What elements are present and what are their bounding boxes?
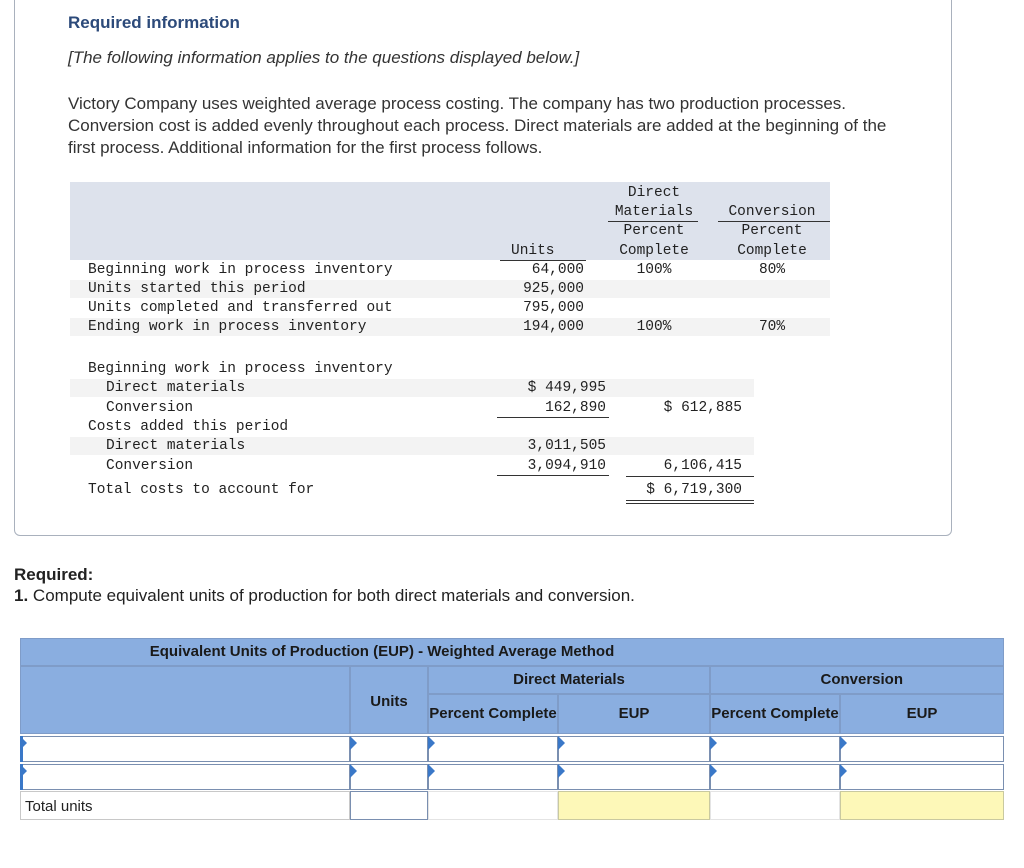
conv-header-line1: Conversion — [728, 204, 816, 220]
dm-group-header: Direct Materials — [428, 666, 710, 694]
units-col-header: Units — [350, 666, 428, 734]
total-units-input[interactable] — [350, 791, 428, 820]
input-marker-icon — [20, 764, 27, 778]
row-units: 795,000 — [523, 300, 584, 316]
row1-dm-pct-input[interactable] — [428, 736, 558, 762]
input-marker-icon — [710, 764, 717, 778]
row2-dm-eup-input[interactable] — [558, 764, 710, 790]
units-header: Units — [511, 243, 555, 259]
conv-group-header: Conversion — [710, 666, 1004, 694]
input-marker-icon — [840, 764, 847, 778]
input-marker-icon — [350, 736, 357, 750]
dm-pct-col-header: Percent Complete — [428, 694, 558, 734]
cost-beg-conv: 162,890 — [545, 400, 606, 416]
cost-total: $ 6,719,300 — [646, 482, 742, 498]
row-dm-pct: 100% — [636, 262, 672, 278]
required-information-subtitle: [The following information applies to th… — [68, 48, 580, 67]
eup-table: Equivalent Units of Production (EUP) - W… — [20, 638, 1004, 821]
required-title: Required: — [14, 565, 94, 584]
dm-header-line4: Complete — [619, 243, 689, 259]
row2-label-input[interactable] — [20, 764, 350, 790]
problem-description: Victory Company uses weighted average pr… — [68, 94, 887, 157]
cost-add-conv-label: Conversion — [106, 458, 194, 474]
row-label: Units started this period — [88, 281, 306, 297]
row2-units-input[interactable] — [350, 764, 428, 790]
dm-header-line1: Direct — [627, 185, 681, 201]
row-conv-pct: 70% — [758, 319, 786, 335]
input-marker-icon — [840, 736, 847, 750]
dm-header-line2: Materials — [614, 204, 694, 220]
header-blank — [20, 666, 350, 734]
row-label: Beginning work in process inventory — [88, 262, 393, 278]
total-units-cell: Total units — [20, 791, 350, 820]
row-conv-pct: 80% — [758, 262, 786, 278]
cost-add-dm: 3,011,505 — [527, 438, 606, 454]
conv-pct-col-header: Percent Complete — [710, 694, 840, 734]
row-label: Units completed and transferred out — [88, 300, 393, 316]
row-units: 194,000 — [523, 319, 584, 335]
total-dm-pct-blank — [428, 791, 558, 820]
dm-eup-col-header: EUP — [558, 694, 710, 734]
row1-units-input[interactable] — [350, 736, 428, 762]
input-marker-icon — [558, 764, 565, 778]
input-marker-icon — [710, 736, 717, 750]
eup-table-title: Equivalent Units of Production (EUP) - W… — [20, 638, 1004, 666]
row2-conv-eup-input[interactable] — [840, 764, 1004, 790]
row1-conv-eup-input[interactable] — [840, 736, 1004, 762]
conv-eup-col-header: EUP — [840, 694, 1004, 734]
input-marker-icon — [428, 764, 435, 778]
row-label: Ending work in process inventory — [88, 319, 367, 335]
row-units: 64,000 — [531, 262, 584, 278]
conv-header-line3: Complete — [737, 243, 807, 259]
cost-beg-label: Beginning work in process inventory — [88, 361, 393, 377]
required-information-title: Required information — [68, 13, 240, 32]
cost-beg-conv-label: Conversion — [106, 400, 194, 416]
total-conv-pct-blank — [710, 791, 840, 820]
total-dm-eup-output — [558, 791, 710, 820]
row1-conv-pct-input[interactable] — [710, 736, 840, 762]
cost-add-conv: 3,094,910 — [527, 458, 606, 474]
cost-add-total: 6,106,415 — [663, 458, 742, 474]
cost-beg-dm: $ 449,995 — [527, 380, 606, 396]
input-marker-icon — [350, 764, 357, 778]
cost-beg-total: $ 612,885 — [663, 400, 742, 416]
total-conv-eup-output — [840, 791, 1004, 820]
conv-header-line2: Percent — [741, 223, 803, 239]
cost-added-label: Costs added this period — [88, 419, 289, 435]
input-marker-icon — [558, 736, 565, 750]
total-units-label: Total units — [25, 798, 93, 815]
row1-label-input[interactable] — [20, 736, 350, 762]
row1-dm-eup-input[interactable] — [558, 736, 710, 762]
row2-dm-pct-input[interactable] — [428, 764, 558, 790]
row-dm-pct: 100% — [636, 319, 672, 335]
dm-header-line3: Percent — [623, 223, 685, 239]
cost-total-label: Total costs to account for — [88, 482, 315, 498]
cost-beg-dm-label: Direct materials — [106, 380, 246, 396]
input-marker-icon — [20, 736, 27, 750]
required-question: 1. Compute equivalent units of productio… — [14, 586, 635, 605]
row-units: 925,000 — [523, 281, 584, 297]
input-marker-icon — [428, 736, 435, 750]
row2-conv-pct-input[interactable] — [710, 764, 840, 790]
cost-add-dm-label: Direct materials — [106, 438, 246, 454]
